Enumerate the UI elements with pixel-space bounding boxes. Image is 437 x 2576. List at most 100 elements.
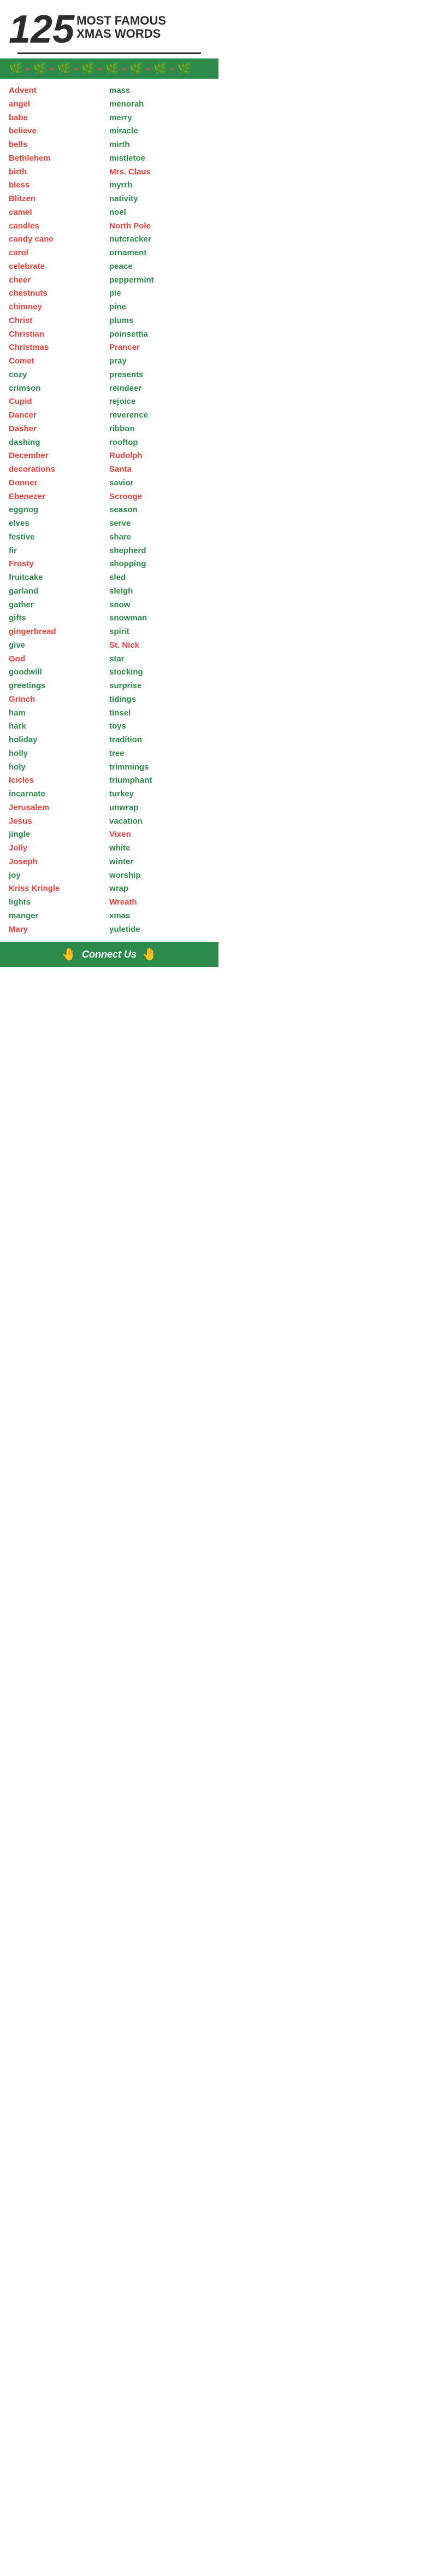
left-word-7: bless — [9, 179, 109, 192]
left-word-49: holly — [9, 747, 109, 761]
left-word-43: goodwill — [9, 666, 109, 679]
left-word-8: Blitzen — [9, 192, 109, 206]
right-word-24: reverence — [109, 409, 210, 423]
left-word-50: holy — [9, 761, 109, 774]
right-word-27: Rudolph — [109, 449, 210, 463]
left-word-31: eggnog — [9, 503, 109, 517]
right-word-29: savior — [109, 477, 210, 490]
right-word-4: mirth — [109, 138, 210, 152]
holly-leaf2-icon: 🌿 — [33, 62, 46, 75]
right-word-62: yuletide — [109, 923, 210, 937]
left-word-44: greetings — [9, 679, 109, 693]
right-word-14: peppermint — [109, 274, 210, 287]
right-word-54: vacation — [109, 815, 210, 829]
right-word-11: nutcracker — [109, 233, 210, 247]
left-word-5: Bethlehem — [9, 152, 109, 166]
left-word-1: angel — [9, 98, 109, 112]
right-word-25: ribbon — [109, 423, 210, 436]
left-word-16: chimney — [9, 301, 109, 314]
right-word-2: merry — [109, 112, 210, 125]
left-word-4: bells — [9, 138, 109, 152]
left-word-13: celebrate — [9, 260, 109, 274]
holly-berry2-icon: ● — [50, 65, 54, 73]
holly-berry6-icon: ● — [146, 65, 150, 73]
right-word-60: Wreath — [109, 896, 210, 909]
left-word-3: believe — [9, 125, 109, 138]
left-word-41: give — [9, 639, 109, 653]
right-word-6: Mrs. Claus — [109, 166, 210, 179]
left-word-47: hark — [9, 720, 109, 734]
left-word-11: candy cane — [9, 233, 109, 247]
right-word-39: snowman — [109, 612, 210, 625]
left-word-57: Joseph — [9, 855, 109, 869]
header: 125 MOST FAMOUS XMAS WORDS — [0, 0, 218, 58]
left-word-23: Cupid — [9, 395, 109, 409]
left-word-29: Donner — [9, 477, 109, 490]
left-word-6: birth — [9, 166, 109, 179]
footer: 🤚 Connect Us 🤚 — [0, 942, 218, 967]
right-word-13: peace — [109, 260, 210, 274]
left-word-12: carol — [9, 247, 109, 260]
left-word-55: jingle — [9, 828, 109, 842]
right-word-36: sled — [109, 571, 210, 585]
holly-decoration-bar: 🌿 ● 🌿 ● 🌿 ● 🌿 ● 🌿 ● 🌿 ● 🌿 ● 🌿 — [0, 58, 218, 79]
header-number: 125 — [9, 10, 74, 49]
left-word-59: Kriss Kringle — [9, 882, 109, 896]
right-word-22: reindeer — [109, 382, 210, 396]
left-word-26: dashing — [9, 436, 109, 450]
left-word-25: Dasher — [9, 423, 109, 436]
left-word-22: crimson — [9, 382, 109, 396]
left-word-53: Jerusalem — [9, 801, 109, 815]
left-word-45: Grinch — [9, 693, 109, 707]
right-word-53: unwrap — [109, 801, 210, 815]
right-word-55: Vixen — [109, 828, 210, 842]
right-word-23: rejoice — [109, 395, 210, 409]
holly-leaf-icon: 🌿 — [9, 62, 22, 75]
right-word-7: myrrh — [109, 179, 210, 192]
right-word-21: presents — [109, 368, 210, 382]
left-word-30: Ebenezer — [9, 490, 109, 504]
right-word-58: worship — [109, 869, 210, 883]
holly-leaf6-icon: 🌿 — [129, 62, 143, 75]
left-word-38: gather — [9, 598, 109, 612]
right-word-32: serve — [109, 517, 210, 531]
brand-name: Connect Us — [82, 949, 137, 960]
left-word-37: garland — [9, 585, 109, 598]
left-word-54: Jesus — [9, 815, 109, 829]
left-word-36: fruitcake — [9, 571, 109, 585]
right-word-41: St. Nick — [109, 639, 210, 653]
header-line1: MOST FAMOUS — [76, 14, 166, 27]
right-column: massmenorahmerrymiraclemirthmistletoeMrs… — [109, 84, 210, 936]
right-word-38: snow — [109, 598, 210, 612]
left-word-19: Christmas — [9, 341, 109, 355]
right-word-40: spirit — [109, 625, 210, 639]
right-word-28: Santa — [109, 463, 210, 477]
left-word-33: festive — [9, 531, 109, 544]
right-word-26: rooftop — [109, 436, 210, 450]
right-word-51: triumphant — [109, 774, 210, 788]
left-word-34: fir — [9, 544, 109, 558]
right-word-5: mistletoe — [109, 152, 210, 166]
left-word-62: Mary — [9, 923, 109, 937]
right-word-8: nativity — [109, 192, 210, 206]
hand-left-icon: 🤚 — [62, 947, 76, 961]
left-word-39: gifts — [9, 612, 109, 625]
left-word-42: God — [9, 653, 109, 666]
right-word-50: trimmings — [109, 761, 210, 774]
left-word-0: Advent — [9, 84, 109, 98]
right-word-42: star — [109, 653, 210, 666]
right-word-17: plums — [109, 314, 210, 328]
left-word-32: elves — [9, 517, 109, 531]
left-word-61: manger — [9, 909, 109, 923]
holly-leaf7-icon: 🌿 — [153, 62, 167, 75]
right-word-12: ornament — [109, 247, 210, 260]
left-word-14: cheer — [9, 274, 109, 287]
right-word-10: North Pole — [109, 220, 210, 233]
page-container: 125 MOST FAMOUS XMAS WORDS 🌿 ● 🌿 ● 🌿 ● 🌿… — [0, 0, 218, 967]
left-word-46: ham — [9, 707, 109, 720]
right-word-49: tree — [109, 747, 210, 761]
right-word-16: pine — [109, 301, 210, 314]
holly-leaf8-icon: 🌿 — [178, 62, 191, 75]
right-word-52: turkey — [109, 788, 210, 801]
right-word-56: white — [109, 842, 210, 855]
